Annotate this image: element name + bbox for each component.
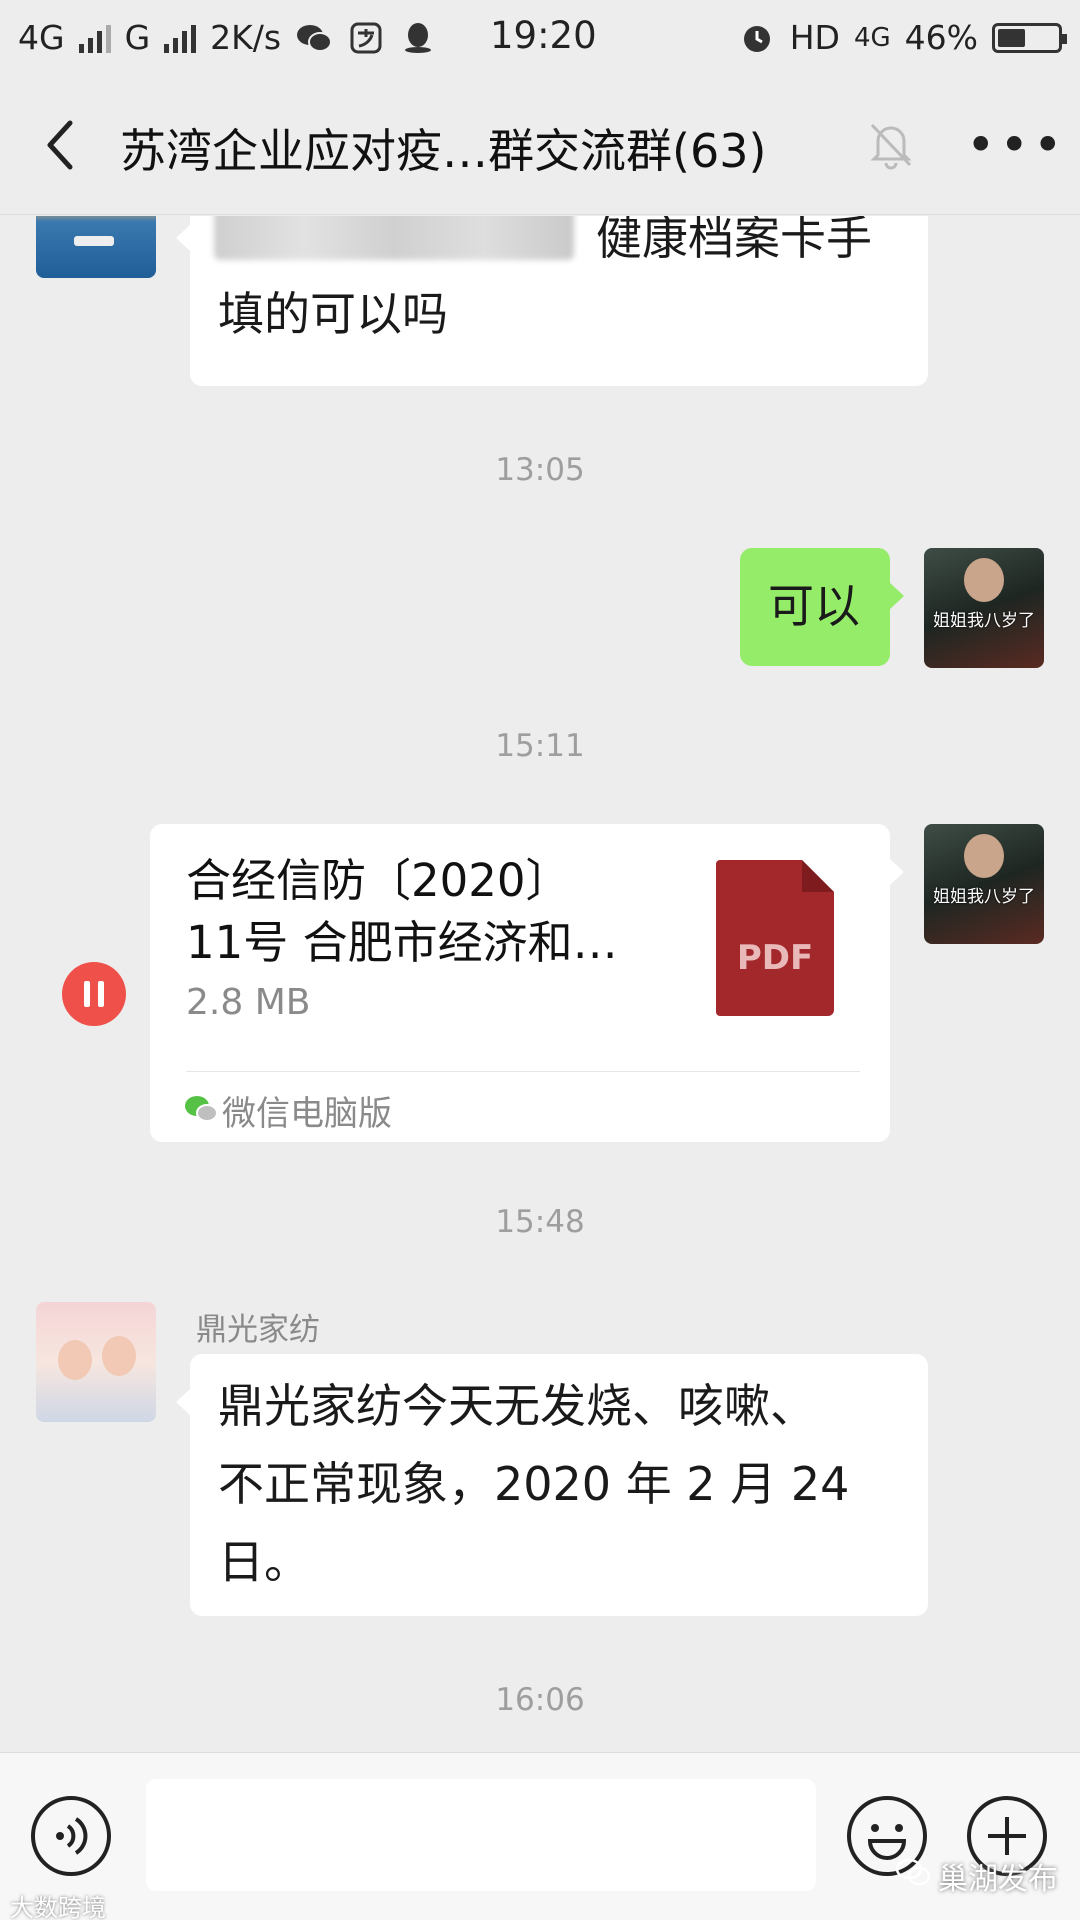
message-4-line-2: 不正常现象，2020 年 2 月 24 [218, 1457, 850, 1511]
signal-icon-2 [164, 23, 197, 53]
message-bubble-2[interactable]: 可以 [740, 548, 904, 666]
message-4-line-1: 鼎光家纺今天无发烧、咳嗽、 [218, 1379, 816, 1433]
wechat-pc-icon [184, 1094, 218, 1124]
message-input[interactable] [146, 1779, 816, 1891]
timestamp-1: 13:05 [495, 452, 585, 488]
chat-title: 苏湾企业应对疫…群交流群(63) [120, 124, 767, 178]
network-speed: 2K/s [210, 18, 282, 57]
file-title-line-1: 合经信防〔2020〕 [186, 854, 571, 907]
chat-area[interactable]: 健康档案卡手 填的可以吗 13:05 可以 姐姐我八岁了 15:11 合经信防〔… [0, 216, 1080, 1751]
network-label-3: 4G [853, 22, 891, 53]
blurred-text [214, 216, 574, 260]
status-left: 4G G 2K/s [18, 18, 437, 57]
hd-label: HD [789, 18, 840, 57]
sticker-caption: 姐姐我八岁了 [933, 611, 1035, 631]
battery-icon [992, 22, 1067, 53]
message-bubble-4[interactable]: 鼎光家纺今天无发烧、咳嗽、 不正常现象，2020 年 2 月 24 日。 [176, 1354, 928, 1616]
timestamp-4: 16:06 [495, 1682, 585, 1718]
alarm-icon [738, 21, 776, 55]
wechat-icon [295, 21, 333, 55]
sticker-caption-2: 姐姐我八岁了 [933, 887, 1035, 907]
avatar-self-2[interactable]: 姐姐我八岁了 [924, 824, 1044, 944]
file-message-bubble[interactable]: 合经信防〔2020〕 11号 合肥市经济和… 2.8 MB PDF 微信电脑版 [150, 824, 904, 1142]
mute-bell-icon [866, 119, 916, 171]
watermark-left-text: 大数跨境 [10, 1894, 106, 1920]
watermark-right-text: 巢湖发布 [938, 1862, 1058, 1897]
network-label-1: 4G [18, 18, 65, 57]
voice-input-button[interactable] [30, 1795, 112, 1877]
more-options-icon[interactable]: ••• [966, 120, 1066, 170]
avatar-sender-1[interactable] [36, 216, 156, 278]
message-2-text: 可以 [768, 579, 860, 633]
file-size: 2.8 MB [186, 982, 311, 1023]
status-bar: 4G G 2K/s 19:20 HD 4G 46% [0, 0, 1080, 75]
file-source: 微信电脑版 [222, 1094, 392, 1134]
file-divider [186, 1071, 860, 1072]
message-1-line-2: 填的可以吗 [218, 287, 448, 341]
title-bar: 苏湾企业应对疫…群交流群(63) ••• [0, 75, 1080, 215]
alipay-icon [347, 21, 385, 55]
avatar-self[interactable]: 姐姐我八岁了 [924, 548, 1044, 668]
qq-icon [399, 21, 437, 55]
message-4-line-3: 日。 [218, 1535, 310, 1589]
pdf-file-icon: PDF [716, 860, 834, 1016]
back-icon[interactable] [38, 115, 88, 175]
watermark-right: 巢湖发布 [895, 1854, 1058, 1898]
battery-percent: 46% [904, 18, 978, 57]
pdf-label: PDF [736, 938, 814, 978]
message-1-line-1: 健康档案卡手 [596, 216, 872, 265]
sender-name: 鼎光家纺 [196, 1312, 320, 1348]
avatar-dingguang[interactable] [36, 1302, 156, 1422]
status-right: HD 4G 46% [738, 18, 1067, 57]
signal-icon [78, 23, 111, 53]
timestamp-2: 15:11 [495, 728, 585, 764]
pause-upload-button[interactable] [62, 962, 126, 1026]
network-label-2: G [124, 18, 151, 57]
status-time: 19:20 [490, 14, 597, 57]
timestamp-3: 15:48 [495, 1204, 585, 1240]
wechat-watermark-icon [895, 1858, 931, 1894]
watermark-left: 大数跨境 [10, 1888, 106, 1920]
file-title: 合经信防〔2020〕 11号 合肥市经济和… [186, 850, 626, 974]
file-title-line-2: 11号 合肥市经济和… [186, 916, 618, 969]
message-bubble-1[interactable]: 健康档案卡手 填的可以吗 [176, 216, 928, 386]
